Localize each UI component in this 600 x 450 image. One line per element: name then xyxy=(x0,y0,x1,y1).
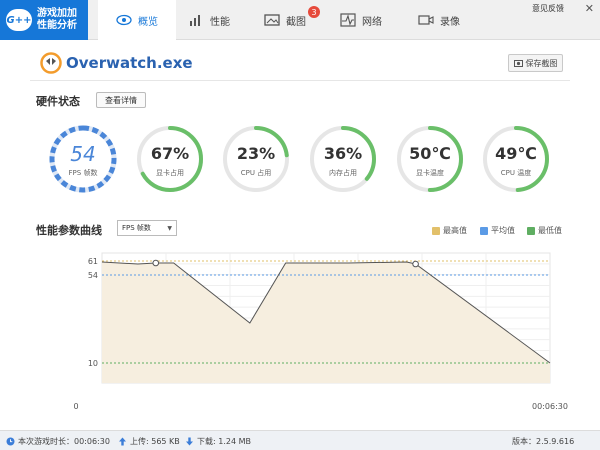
gauge-fps: 54 FPS 帧数 xyxy=(48,124,118,194)
gauge-cpu-temp-value: 49℃ xyxy=(495,144,537,163)
upload-stat: 上传: 565 KB xyxy=(118,436,180,447)
gauge-fps-label: FPS 帧数 xyxy=(68,169,98,177)
gauge-gpu-temp-label: 显卡温度 xyxy=(416,169,444,177)
bar-chart-icon xyxy=(190,15,200,26)
gauge-gpu-usage-value: 67% xyxy=(150,144,190,163)
pulse-icon xyxy=(340,13,356,27)
tab-recording[interactable]: 录像 xyxy=(418,0,460,40)
eye-icon xyxy=(116,14,132,26)
gauge-gpu-temp-value: 50℃ xyxy=(409,144,451,163)
chart-y-tick-label: 61 xyxy=(88,257,98,266)
legend-avg-label: 平均值 xyxy=(491,226,515,235)
logo-badge: G++ xyxy=(6,9,32,31)
arrow-up-icon xyxy=(119,437,126,446)
hardware-status-title: 硬件状态 xyxy=(36,95,80,108)
chart-x-end-label: 00:06:30 xyxy=(532,402,568,411)
gauge-cpu-usage: 23% CPU 占用 xyxy=(221,124,291,194)
app-logo: G++ 游戏加加 性能分析 xyxy=(0,0,88,40)
tab-overview[interactable]: 概览 xyxy=(98,0,176,40)
tab-performance-label: 性能 xyxy=(210,16,230,28)
session-duration: 本次游戏时长：00:06:30 xyxy=(6,436,110,447)
chevron-down-icon: ▼ xyxy=(167,225,172,232)
chart-x-start-label: 0 xyxy=(73,402,78,411)
download-stat: 下载: 1.24 MB xyxy=(185,436,251,447)
chart-data-point[interactable] xyxy=(412,260,419,268)
session-duration-text: 本次游戏时长：00:06:30 xyxy=(18,437,110,446)
gauge-memory-usage-label: 内存占用 xyxy=(329,169,357,177)
gauge-cpu-usage-value: 23% xyxy=(236,144,276,163)
clock-icon xyxy=(6,437,15,446)
close-icon[interactable]: ✕ xyxy=(585,2,594,15)
view-details-button[interactable]: 查看详情 xyxy=(96,92,146,108)
tab-recording-label: 录像 xyxy=(440,16,460,28)
metric-select[interactable]: FPS 帧数 ▼ xyxy=(117,220,177,236)
legend-avg: 平均值 xyxy=(480,225,515,236)
logo-line-2: 性能分析 xyxy=(37,20,77,31)
fps-chart: 61 54 10 0 00:06:30 xyxy=(73,252,568,411)
upload-stat-text: 上传: 565 KB xyxy=(130,437,180,446)
gauge-fps-value: 54 xyxy=(70,142,96,166)
perf-curve-title: 性能参数曲线 xyxy=(36,224,102,237)
version-info: 版本：2.5.9.616 xyxy=(512,437,575,446)
chart-y-tick-label: 54 xyxy=(88,271,98,280)
tab-screenshots[interactable]: 截图 xyxy=(264,0,306,40)
gauge-memory-usage-value: 36% xyxy=(323,144,363,163)
tab-screenshots-label: 截图 xyxy=(286,16,306,28)
logo-text: 游戏加加 性能分析 xyxy=(37,8,87,32)
legend-min-swatch xyxy=(527,226,535,235)
tab-overview-label: 概览 xyxy=(138,16,158,28)
gauge-memory-usage: 36% 内存占用 xyxy=(308,124,378,194)
legend-max-label: 最高值 xyxy=(443,226,467,235)
screenshot-count-badge: 3 xyxy=(308,6,320,18)
chart-y-tick-label: 10 xyxy=(88,359,98,368)
arrow-down-icon xyxy=(186,437,193,446)
legend-max-swatch xyxy=(432,226,440,235)
legend-min: 最低值 xyxy=(527,225,562,236)
image-icon xyxy=(264,14,280,26)
tab-performance[interactable]: 性能 xyxy=(188,0,230,40)
overwatch-logo-icon xyxy=(40,52,62,74)
gauge-gpu-usage-label: 显卡占用 xyxy=(156,169,184,177)
tab-network[interactable]: 网络 xyxy=(340,0,382,40)
video-icon xyxy=(418,15,434,25)
logo-line-1: 游戏加加 xyxy=(37,8,77,19)
legend-avg-swatch xyxy=(480,226,488,235)
gauge-gpu-temp: 50℃ 显卡温度 xyxy=(395,124,465,194)
feedback-link[interactable]: 意见反馈 xyxy=(532,3,564,14)
download-stat-text: 下载: 1.24 MB xyxy=(197,437,251,446)
top-bar: G++ 游戏加加 性能分析 概览 性能 截图 3 网络 录像 意见反馈 ✕ xyxy=(0,0,600,40)
chart-data-point[interactable] xyxy=(152,259,160,267)
metric-select-value: FPS 帧数 xyxy=(122,224,151,232)
status-bar: 本次游戏时长：00:06:30 上传: 565 KB 下载: 1.24 MB 版… xyxy=(0,430,600,450)
save-screenshot-button[interactable]: 保存截图 xyxy=(508,54,563,72)
gauge-cpu-usage-label: CPU 占用 xyxy=(240,169,272,177)
header-divider xyxy=(30,80,570,81)
gauge-cpu-temp: 49℃ CPU 温度 xyxy=(481,124,551,194)
gauge-cpu-temp-label: CPU 温度 xyxy=(500,169,532,177)
gauge-gpu-usage: 67% 显卡占用 xyxy=(135,124,205,194)
camera-icon xyxy=(513,60,523,67)
tab-network-label: 网络 xyxy=(362,16,382,28)
legend-max: 最高值 xyxy=(432,225,467,236)
game-title: Overwatch.exe xyxy=(66,54,193,72)
save-screenshot-label: 保存截图 xyxy=(525,58,558,68)
legend-min-label: 最低值 xyxy=(538,226,562,235)
